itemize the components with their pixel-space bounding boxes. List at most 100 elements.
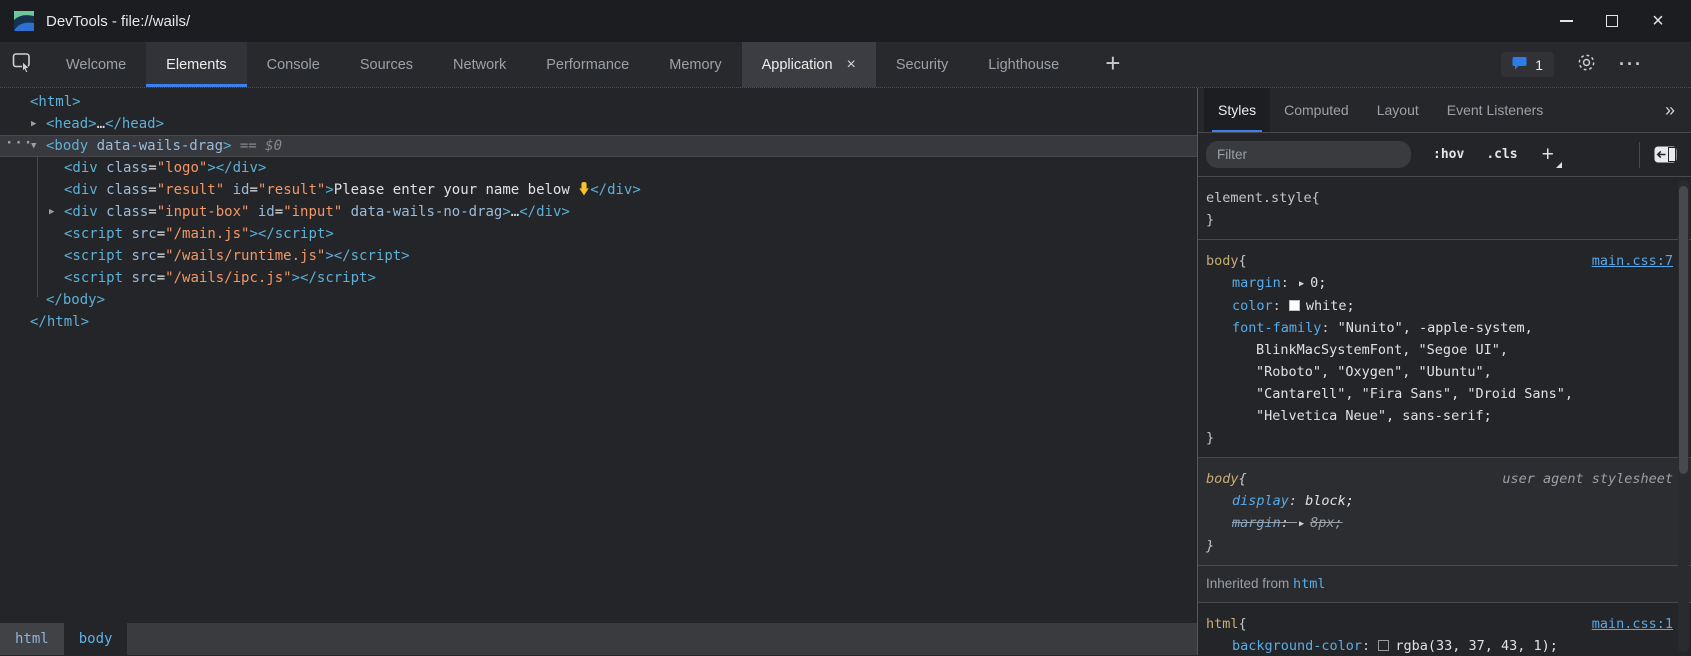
inherited-from-label: Inherited from — [1206, 576, 1293, 591]
stylesheet-source-link[interactable]: main.css:7 — [1592, 250, 1677, 272]
tree-node-div-input-box[interactable]: ▶<div class="input-box" id="input" data-… — [0, 201, 1197, 223]
inherited-target-link[interactable]: html — [1293, 576, 1326, 592]
maximize-button[interactable] — [1589, 0, 1635, 42]
close-brace-row: } — [1206, 535, 1677, 557]
tab-elements[interactable]: Elements — [146, 42, 246, 87]
inspect-element-button[interactable] — [0, 42, 46, 88]
settings-button[interactable] — [1576, 52, 1597, 78]
css-property-background-color[interactable]: background-color: rgba(33, 37, 43, 1); — [1206, 635, 1677, 655]
new-style-rule-button[interactable]: + — [1542, 144, 1554, 165]
tree-node-div-logo[interactable]: <div class="logo"></div> — [0, 157, 1197, 179]
color-swatch[interactable] — [1289, 300, 1300, 311]
tree-node-html-close[interactable]: </html> — [0, 311, 1197, 333]
property-value: white; — [1306, 298, 1355, 314]
property-value: "Nunito", -apple-system, — [1338, 320, 1533, 336]
close-tab-icon[interactable]: × — [847, 57, 856, 73]
styles-filter-input[interactable] — [1206, 141, 1411, 168]
tab-lighthouse[interactable]: Lighthouse — [968, 42, 1079, 87]
styles-tab-computed[interactable]: Computed — [1270, 88, 1363, 132]
tree-node-body-open[interactable]: ···▼<body data-wails-drag> == $0 — [0, 135, 1197, 157]
color-swatch[interactable] — [1378, 640, 1389, 651]
code-token: = — [249, 182, 257, 198]
css-property-margin[interactable]: margin: ▶8px; — [1206, 512, 1677, 535]
tree-node-script-runtime-js[interactable]: <script src="/wails/runtime.js"></script… — [0, 245, 1197, 267]
code-token: <div — [64, 204, 98, 220]
property-colon: : — [1321, 320, 1337, 336]
tree-node-div-result[interactable]: <div class="result" id="result">Please e… — [0, 179, 1197, 201]
expand-value-arrow-icon[interactable]: ▶ — [1299, 273, 1304, 295]
code-token: ></script> — [325, 248, 409, 264]
code-token: ></script> — [292, 270, 376, 286]
property-value: 8px; — [1310, 515, 1343, 531]
rule-selector[interactable]: element.style — [1206, 187, 1312, 209]
toggle-element-state-button[interactable]: :hov — [1433, 147, 1464, 162]
breadcrumb-html[interactable]: html — [0, 623, 64, 655]
code-token: … — [511, 204, 519, 220]
stylesheet-source-link[interactable]: main.css:1 — [1592, 613, 1677, 635]
code-token: <script — [64, 270, 123, 286]
more-options-button[interactable]: ··· — [1619, 54, 1643, 75]
styles-scrollbar[interactable] — [1678, 180, 1689, 652]
styles-tab-label: Computed — [1284, 102, 1349, 118]
minimize-button[interactable] — [1543, 0, 1589, 42]
tab-memory[interactable]: Memory — [649, 42, 741, 87]
code-token: </body> — [46, 292, 105, 308]
rule-selector[interactable]: body — [1206, 250, 1239, 272]
property-value-wrap[interactable]: "Cantarell", "Fira Sans", "Droid Sans", — [1206, 383, 1677, 405]
pointing-down-emoji — [578, 181, 590, 203]
rule-selector[interactable]: body — [1206, 468, 1239, 490]
inherited-from-header: Inherited from html — [1198, 566, 1691, 603]
rule-selector[interactable]: html — [1206, 613, 1239, 635]
tab-application[interactable]: Application× — [742, 42, 876, 87]
tab-network[interactable]: Network — [433, 42, 526, 87]
styles-toolbar: :hov .cls + — [1198, 132, 1691, 177]
tab-performance[interactable]: Performance — [526, 42, 649, 87]
styles-tab-layout[interactable]: Layout — [1363, 88, 1433, 132]
issues-counter-badge[interactable]: 1 — [1501, 52, 1554, 77]
code-token: "result" — [258, 182, 325, 198]
css-property-display[interactable]: display: block; — [1206, 490, 1677, 512]
toggle-sidebar-icon[interactable] — [1654, 146, 1677, 163]
expand-value-arrow-icon[interactable]: ▶ — [1299, 513, 1304, 535]
tree-node-script-ipc-js[interactable]: <script src="/wails/ipc.js"></script> — [0, 267, 1197, 289]
code-token: </head> — [105, 116, 164, 132]
tab-welcome[interactable]: Welcome — [46, 42, 146, 87]
node-options-dots-icon[interactable]: ··· — [5, 132, 33, 154]
window-controls: × — [1543, 0, 1681, 42]
user-agent-note: user agent stylesheet — [1502, 468, 1677, 490]
close-brace: } — [1206, 430, 1214, 446]
code-token: <script — [64, 248, 123, 264]
styles-tab-styles[interactable]: Styles — [1204, 88, 1270, 132]
tree-node-script-main-js[interactable]: <script src="/main.js"></script> — [0, 223, 1197, 245]
css-property-margin[interactable]: margin: ▶0; — [1206, 272, 1677, 295]
tab-console[interactable]: Console — [247, 42, 340, 87]
expand-arrow-icon[interactable]: ▶ — [49, 201, 54, 223]
tab-sources[interactable]: Sources — [340, 42, 433, 87]
code-token: src — [123, 248, 157, 264]
breadcrumb-body[interactable]: body — [64, 623, 128, 655]
code-token: data-wails-no-drag — [342, 204, 502, 220]
code-token: ></div> — [207, 160, 266, 176]
property-name: margin — [1232, 275, 1281, 291]
property-value-wrap[interactable]: "Roboto", "Oxygen", "Ubuntu", — [1206, 361, 1677, 383]
code-token: = — [148, 204, 156, 220]
property-value-wrap[interactable]: BlinkMacSystemFont, "Segoe UI", — [1206, 339, 1677, 361]
more-tools-button[interactable]: + — [1105, 50, 1120, 80]
code-token: "/wails/runtime.js" — [165, 248, 325, 264]
styles-tab-label: Layout — [1377, 102, 1419, 118]
css-property-font-family[interactable]: font-family: "Nunito", -apple-system, — [1206, 317, 1677, 339]
code-token: id — [224, 182, 249, 198]
element-classes-button[interactable]: .cls — [1486, 147, 1517, 162]
css-property-color[interactable]: color: white; — [1206, 295, 1677, 317]
close-button[interactable]: × — [1635, 0, 1681, 42]
collapse-arrow-icon[interactable]: ▼ — [31, 135, 36, 157]
property-value-wrap[interactable]: "Helvetica Neue", sans-serif; — [1206, 405, 1677, 427]
tree-node-html-open[interactable]: <html> — [0, 91, 1197, 113]
styles-tab-event-listeners[interactable]: Event Listeners — [1433, 88, 1558, 132]
code-token: ></script> — [249, 226, 333, 242]
tab-security[interactable]: Security — [876, 42, 968, 87]
tree-node-head[interactable]: ▶<head>…</head> — [0, 113, 1197, 135]
tree-node-body-close[interactable]: </body> — [0, 289, 1197, 311]
more-tabs-chevron-icon[interactable]: » — [1665, 100, 1675, 121]
scrollbar-thumb[interactable] — [1679, 186, 1688, 474]
